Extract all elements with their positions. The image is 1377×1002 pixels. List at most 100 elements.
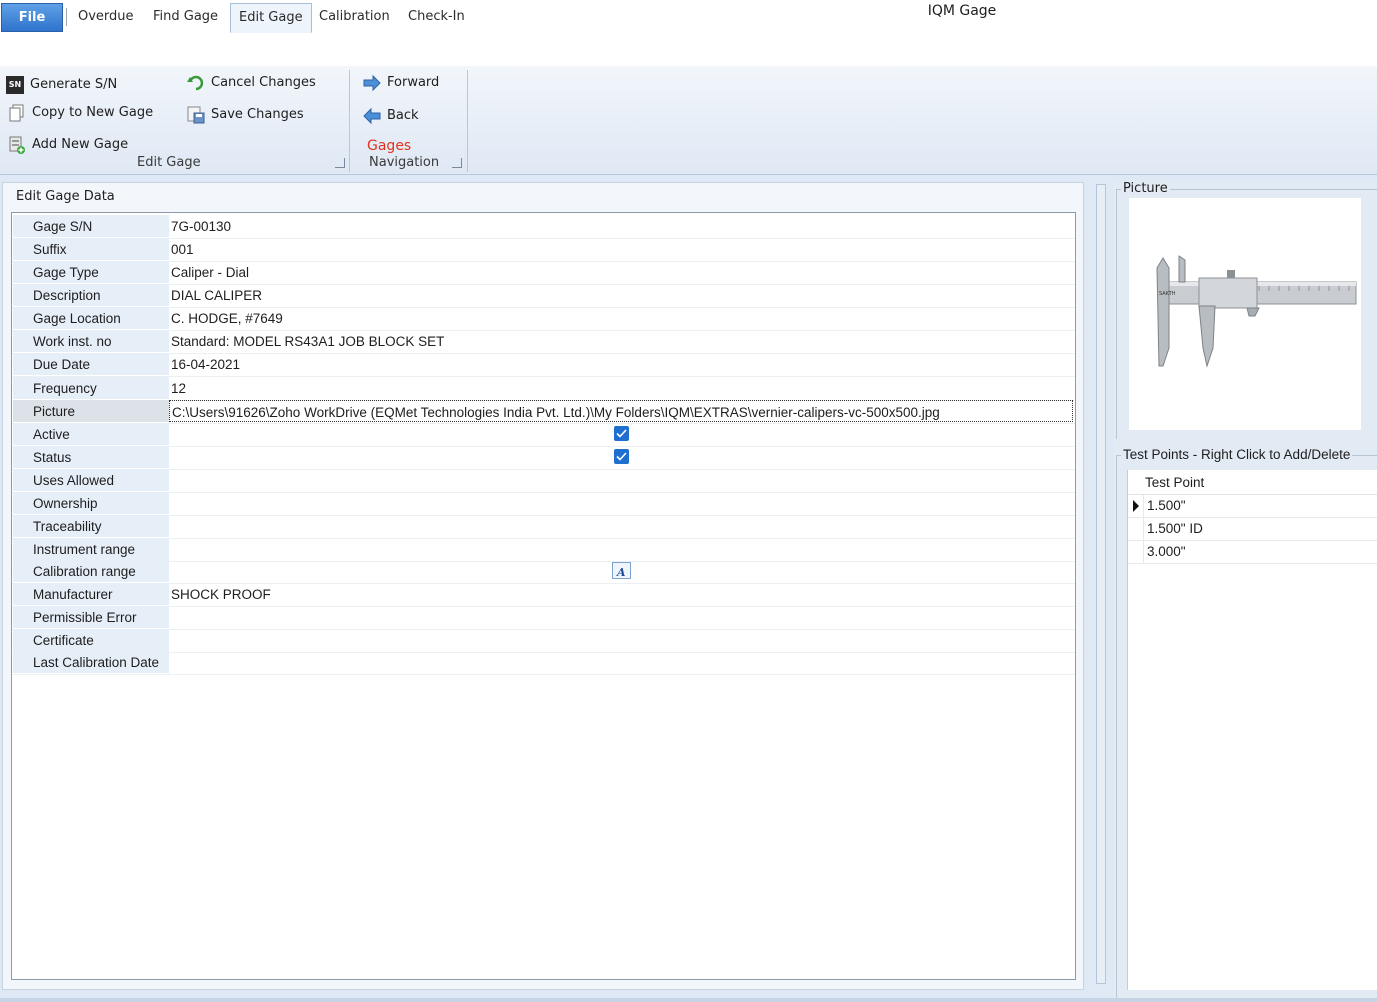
- panel-splitter[interactable]: [1096, 184, 1106, 984]
- active-value-cell: [169, 423, 1073, 445]
- back-arrow-icon: [363, 107, 381, 125]
- gage-sn-value[interactable]: 7G-00130: [169, 215, 1073, 237]
- certificate-value[interactable]: [169, 629, 1073, 651]
- tab-check-in[interactable]: Check-In: [400, 3, 473, 30]
- navigation-group-label: Navigation: [369, 155, 440, 170]
- status-checkbox[interactable]: [614, 449, 629, 464]
- edit-gage-group-label: Edit Gage: [137, 155, 201, 170]
- row-indicator: [1128, 518, 1144, 540]
- current-row-arrow-icon: [1133, 500, 1139, 512]
- due-date-value[interactable]: 16-04-2021: [169, 353, 1073, 375]
- field-row-status[interactable]: Status: [12, 446, 1075, 470]
- field-row-suffix[interactable]: Suffix 001: [12, 238, 1075, 262]
- field-label: Frequency: [13, 377, 169, 399]
- field-label: Description: [13, 284, 169, 306]
- tab-overdue[interactable]: Overdue: [70, 3, 142, 30]
- field-row-gage-type[interactable]: Gage Type Caliper - Dial: [12, 261, 1075, 285]
- add-new-gage-label: Add New Gage: [32, 137, 129, 152]
- field-row-work-inst-no[interactable]: Work inst. no Standard: MODEL RS43A1 JOB…: [12, 330, 1075, 354]
- ribbon-group-separator: [467, 70, 468, 172]
- uses-allowed-value[interactable]: [169, 469, 1073, 491]
- field-row-gage-location[interactable]: Gage Location C. HODGE, #7649: [12, 307, 1075, 331]
- instrument-range-value[interactable]: [169, 538, 1073, 560]
- save-changes-button[interactable]: Save Changes: [187, 103, 304, 127]
- field-row-active[interactable]: Active: [12, 423, 1075, 447]
- field-row-description[interactable]: Description DIAL CALIPER: [12, 284, 1075, 308]
- field-row-uses-allowed[interactable]: Uses Allowed: [12, 469, 1075, 493]
- field-label: Work inst. no: [13, 330, 169, 352]
- field-label: Calibration range: [13, 560, 169, 582]
- field-row-last-calibration-date[interactable]: Last Calibration Date: [12, 651, 1075, 675]
- manufacturer-value[interactable]: SHOCK PROOF: [169, 583, 1073, 605]
- field-row-ownership[interactable]: Ownership: [12, 492, 1075, 516]
- ownership-value[interactable]: [169, 492, 1073, 514]
- field-label: Suffix: [13, 238, 169, 260]
- permissible-error-value[interactable]: [169, 606, 1073, 628]
- forward-button[interactable]: Forward: [363, 71, 439, 95]
- gage-property-grid: Gage S/N 7G-00130 Suffix 001 Gage Type C…: [11, 212, 1076, 980]
- add-new-gage-button[interactable]: Add New Gage: [8, 133, 128, 157]
- picture-groupbox-title: Picture: [1121, 181, 1170, 196]
- picture-path-value[interactable]: C:\Users\91626\Zoho WorkDrive (EQMet Tec…: [169, 400, 1073, 422]
- frequency-value[interactable]: 12: [169, 377, 1073, 399]
- last-calibration-date-value[interactable]: [169, 651, 1073, 673]
- field-label: Certificate: [13, 629, 169, 651]
- gage-location-value[interactable]: C. HODGE, #7649: [169, 307, 1073, 329]
- field-label: Status: [13, 446, 169, 468]
- navigation-dialog-launcher-icon[interactable]: [452, 158, 462, 168]
- tab-file[interactable]: File: [1, 3, 63, 32]
- tab-calibration[interactable]: Calibration: [311, 3, 398, 30]
- copy-to-new-gage-label: Copy to New Gage: [32, 105, 154, 120]
- serial-number-icon: SN: [6, 75, 24, 94]
- save-icon: [187, 106, 205, 124]
- field-row-permissible-error[interactable]: Permissible Error: [12, 606, 1075, 630]
- active-checkbox[interactable]: [614, 426, 629, 441]
- field-label: Gage S/N: [13, 215, 169, 237]
- ribbon-tab-strip: [0, 34, 1377, 67]
- test-point-value: 1.500": [1147, 498, 1186, 513]
- back-button[interactable]: Back: [363, 104, 419, 128]
- cancel-changes-button[interactable]: Cancel Changes: [187, 71, 316, 95]
- field-row-calibration-range[interactable]: Calibration range A: [12, 560, 1075, 584]
- test-point-row[interactable]: 1.500": [1128, 495, 1377, 518]
- traceability-value[interactable]: [169, 515, 1073, 537]
- suffix-value[interactable]: 001: [169, 238, 1073, 260]
- field-row-certificate[interactable]: Certificate: [12, 629, 1075, 653]
- svg-text:A: A: [616, 566, 626, 579]
- svg-text:SAKTH: SAKTH: [1159, 291, 1176, 297]
- test-point-column-header: Test Point: [1145, 475, 1205, 490]
- field-row-gage-sn[interactable]: Gage S/N 7G-00130: [12, 215, 1075, 239]
- copy-to-new-gage-button[interactable]: Copy to New Gage: [8, 101, 153, 125]
- gage-type-value[interactable]: Caliper - Dial: [169, 261, 1073, 283]
- field-row-picture[interactable]: Picture C:\Users\91626\Zoho WorkDrive (E…: [12, 400, 1075, 424]
- edit-gage-dialog-launcher-icon[interactable]: [335, 158, 345, 168]
- field-label: Gage Type: [13, 261, 169, 283]
- calibration-range-value-cell: A: [169, 560, 1073, 582]
- work-inst-no-value[interactable]: Standard: MODEL RS43A1 JOB BLOCK SET: [169, 330, 1073, 352]
- field-row-due-date[interactable]: Due Date 16-04-2021: [12, 353, 1075, 377]
- field-row-traceability[interactable]: Traceability: [12, 515, 1075, 539]
- copy-icon: [8, 104, 26, 122]
- field-row-frequency[interactable]: Frequency 12: [12, 377, 1075, 401]
- calibration-range-editor-icon[interactable]: A: [612, 562, 631, 579]
- generate-sn-button[interactable]: SN Generate S/N: [6, 73, 117, 97]
- gage-picture: SAKTH: [1129, 198, 1361, 430]
- generate-sn-label: Generate S/N: [30, 77, 118, 92]
- back-label: Back: [387, 108, 419, 123]
- test-point-row[interactable]: 3.000": [1128, 541, 1377, 564]
- test-point-row[interactable]: 1.500" ID: [1128, 518, 1377, 541]
- add-gage-icon: [8, 136, 26, 154]
- test-points-header[interactable]: Test Point: [1128, 472, 1377, 495]
- field-row-instrument-range[interactable]: Instrument range: [12, 538, 1075, 562]
- field-label: Last Calibration Date: [13, 651, 169, 673]
- field-row-manufacturer[interactable]: Manufacturer SHOCK PROOF: [12, 583, 1075, 607]
- description-value[interactable]: DIAL CALIPER: [169, 284, 1073, 306]
- tab-edit-gage[interactable]: Edit Gage: [230, 3, 312, 33]
- ribbon-group-separator: [349, 70, 350, 172]
- field-label: Gage Location: [13, 307, 169, 329]
- field-label: Traceability: [13, 515, 169, 537]
- undo-icon: [187, 74, 205, 92]
- field-label: Instrument range: [13, 538, 169, 560]
- quick-access-separator: [66, 8, 67, 26]
- tab-find-gage[interactable]: Find Gage: [145, 3, 226, 30]
